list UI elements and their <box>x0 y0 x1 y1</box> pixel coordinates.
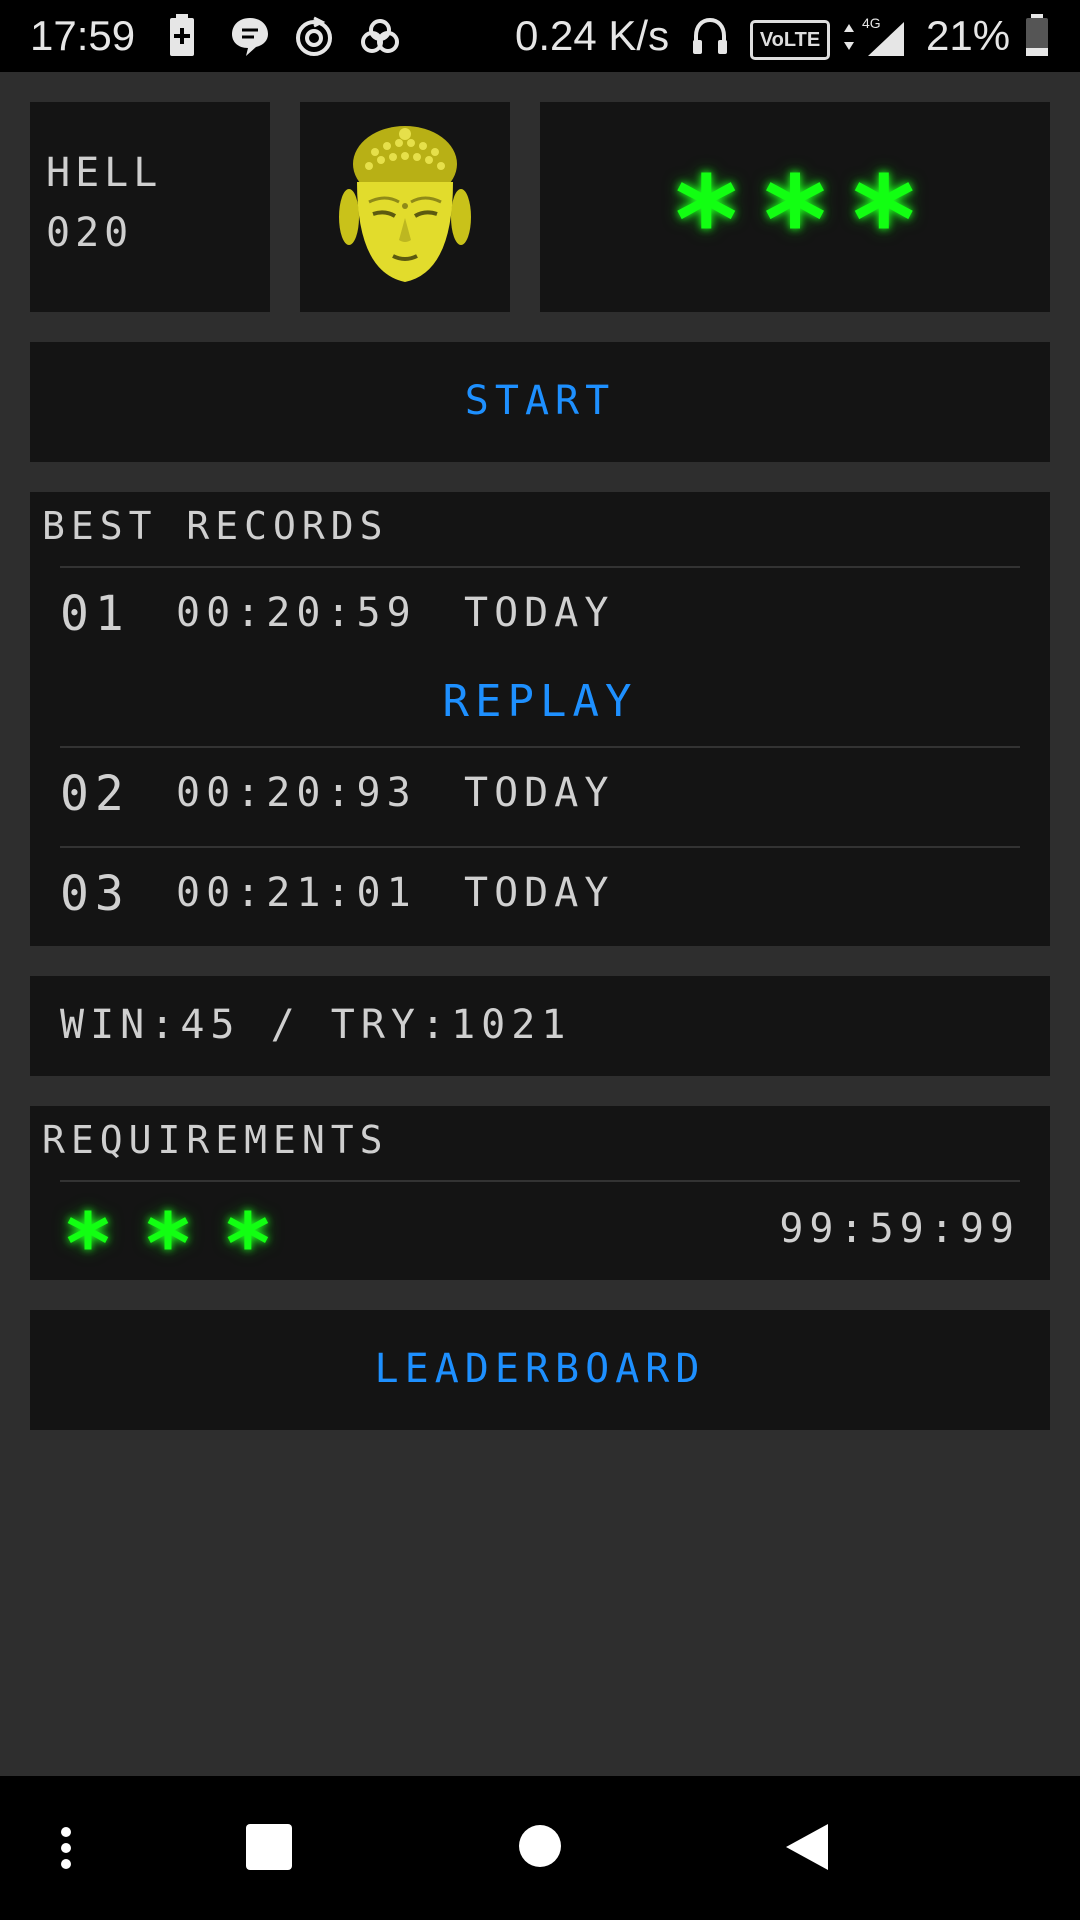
level-stars: * * * <box>540 102 1050 312</box>
svg-text:4G: 4G <box>862 15 881 31</box>
divider <box>60 566 1020 568</box>
leaderboard-button[interactable]: LEADERBOARD <box>30 1310 1050 1430</box>
home-icon[interactable] <box>518 1824 562 1872</box>
divider <box>60 746 1020 748</box>
requirements-title: REQUIREMENTS <box>42 1118 389 1162</box>
star-icon: * <box>852 152 916 291</box>
record-rank: 03 <box>60 866 130 922</box>
battery-plus-icon <box>168 14 196 68</box>
win-try-stats: WIN:45 / TRY:1021 <box>60 1002 572 1048</box>
star-icon: * <box>66 1195 110 1293</box>
cloud-icon <box>358 14 402 68</box>
network-speed: 0.24 K/s <box>515 12 670 59</box>
record-day: TODAY <box>464 870 615 916</box>
menu-dots-icon[interactable] <box>56 1826 76 1874</box>
buddha-head-icon <box>335 122 475 296</box>
level-info-panel: HELL 020 <box>30 102 270 312</box>
record-day: TODAY <box>464 590 615 636</box>
best-records-panel: BEST RECORDS 01 00:20:59 TODAY REPLAY 02… <box>30 492 1050 946</box>
record-time: 00:20:59 <box>176 590 417 636</box>
star-icon: * <box>763 152 827 291</box>
status-time: 17:59 <box>30 12 136 59</box>
record-time: 00:20:93 <box>176 770 417 816</box>
navigation-bar <box>0 1776 1080 1920</box>
record-rank: 01 <box>60 586 130 642</box>
divider <box>60 1180 1020 1182</box>
requirements-panel: REQUIREMENTS * * * 99:59:99 <box>30 1106 1050 1286</box>
volte-badge: VoLTE <box>750 20 830 60</box>
status-bar: 17:59 0.24 K/s VoLTE 4G 21% <box>0 0 1080 72</box>
star-icon: * <box>145 1195 190 1293</box>
data-arrows-icon <box>842 14 856 68</box>
recents-icon[interactable] <box>246 1824 292 1874</box>
start-button-label: START <box>464 378 616 424</box>
battery-percent: 21% <box>926 12 1011 59</box>
back-icon[interactable] <box>784 1822 830 1876</box>
stars-panel: * * * <box>540 102 1050 312</box>
message-icon <box>230 14 270 68</box>
start-button[interactable]: START <box>30 342 1050 462</box>
avatar-panel <box>300 102 510 312</box>
divider <box>60 846 1020 848</box>
requirement-time: 99:59:99 <box>779 1206 1020 1252</box>
leaderboard-button-label: LEADERBOARD <box>374 1346 706 1392</box>
record-day: TODAY <box>464 770 615 816</box>
sync-icon <box>294 14 334 68</box>
signal-icon: 4G <box>858 14 908 68</box>
star-icon: * <box>674 152 738 291</box>
record-rank: 02 <box>60 766 130 822</box>
stats-panel: WIN:45 / TRY:1021 <box>30 976 1050 1076</box>
requirement-stars: * * * <box>66 1190 270 1286</box>
star-icon: * <box>225 1195 270 1293</box>
best-records-title: BEST RECORDS <box>42 504 389 548</box>
headphones-icon <box>690 14 730 68</box>
replay-button[interactable]: REPLAY <box>30 676 1050 727</box>
level-number: 020 <box>46 210 134 256</box>
battery-icon <box>1024 14 1050 68</box>
level-difficulty: HELL <box>46 150 163 196</box>
record-time: 00:21:01 <box>176 870 417 916</box>
